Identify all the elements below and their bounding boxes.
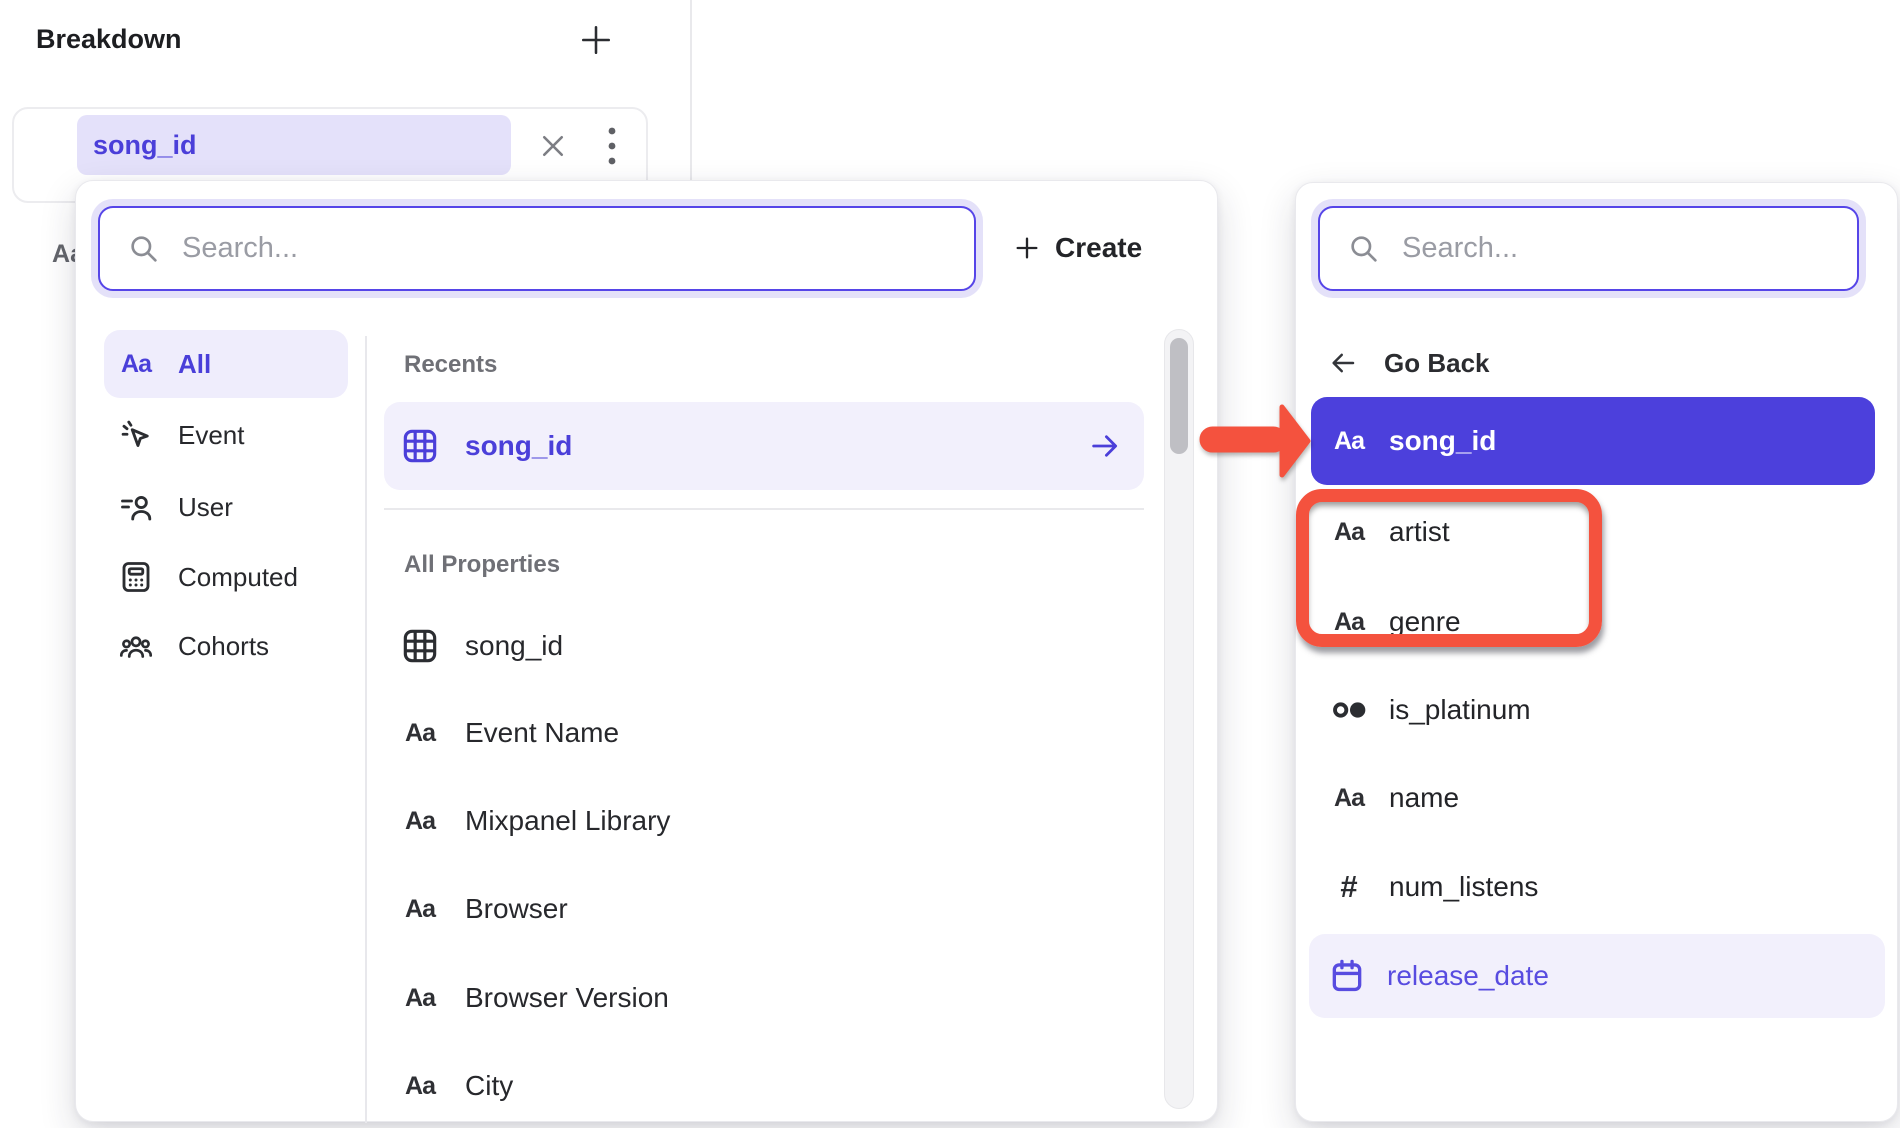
value-search-input[interactable] bbox=[1402, 232, 1758, 265]
arrow-left-icon bbox=[1328, 348, 1358, 378]
recents-header: Recents bbox=[404, 351, 497, 379]
calendar-icon bbox=[1327, 957, 1367, 995]
close-icon bbox=[538, 131, 568, 161]
sidebar-item-user[interactable]: User bbox=[104, 477, 348, 537]
field-row-song-id-selected[interactable]: Aa song_id bbox=[1311, 397, 1875, 485]
recent-property-song-id[interactable]: song_id bbox=[384, 402, 1144, 490]
grid-table-icon bbox=[399, 626, 441, 666]
underlying-card-edge bbox=[690, 0, 692, 181]
property-picker-panel: Create Aa All Event User Computed bbox=[75, 180, 1218, 1122]
aa-icon: Aa bbox=[116, 350, 156, 379]
breakdown-section-title: Breakdown bbox=[36, 24, 182, 55]
aa-icon: Aa bbox=[1329, 518, 1369, 547]
field-row-genre[interactable]: Aa genre bbox=[1311, 592, 1875, 652]
aa-icon: Aa bbox=[399, 807, 441, 836]
search-icon bbox=[128, 233, 160, 265]
event-cursor-icon bbox=[116, 417, 156, 453]
create-property-button[interactable]: Create bbox=[1013, 213, 1142, 283]
aa-icon: Aa bbox=[1329, 427, 1369, 456]
all-properties-header: All Properties bbox=[404, 551, 560, 579]
property-row-song-id[interactable]: song_id bbox=[384, 616, 1144, 676]
grid-table-icon bbox=[399, 426, 441, 466]
list-section-divider bbox=[384, 508, 1144, 510]
property-row-event-name[interactable]: Aa Event Name bbox=[384, 703, 1144, 763]
aa-icon: Aa bbox=[399, 984, 441, 1013]
property-row-browser-version[interactable]: Aa Browser Version bbox=[384, 968, 1144, 1028]
field-row-num-listens[interactable]: # num_listens bbox=[1311, 857, 1875, 917]
aa-icon: Aa bbox=[399, 1072, 441, 1101]
arrow-right-icon bbox=[1088, 429, 1122, 468]
breakdown-property-chip[interactable]: song_id bbox=[77, 115, 511, 175]
aa-icon: Aa bbox=[399, 895, 441, 924]
remove-breakdown-button[interactable] bbox=[530, 123, 576, 169]
search-icon bbox=[1348, 233, 1380, 265]
field-row-artist[interactable]: Aa artist bbox=[1311, 502, 1875, 562]
user-person-icon bbox=[116, 489, 156, 525]
property-row-city[interactable]: Aa City bbox=[384, 1056, 1144, 1116]
field-row-name[interactable]: Aa name bbox=[1311, 768, 1875, 828]
plus-icon bbox=[578, 22, 614, 58]
sidebar-item-all[interactable]: Aa All bbox=[104, 330, 348, 398]
aa-icon: Aa bbox=[1329, 608, 1369, 637]
calculator-icon bbox=[116, 559, 156, 595]
property-picker-screen: Breakdown Aa song_id Create Aa All bbox=[0, 0, 1900, 1128]
hash-icon: # bbox=[1329, 869, 1369, 905]
field-row-release-date[interactable]: release_date bbox=[1309, 934, 1885, 1018]
field-row-is-platinum[interactable]: is_platinum bbox=[1311, 680, 1875, 740]
add-breakdown-button[interactable] bbox=[576, 20, 616, 60]
sidebar-item-event[interactable]: Event bbox=[104, 405, 348, 465]
aa-icon: Aa bbox=[1329, 784, 1369, 813]
plus-icon bbox=[1013, 234, 1041, 262]
property-row-mixpanel-library[interactable]: Aa Mixpanel Library bbox=[384, 791, 1144, 851]
property-search-box bbox=[98, 206, 976, 291]
people-group-icon bbox=[116, 628, 156, 664]
chip-options-menu-button[interactable] bbox=[592, 123, 632, 169]
property-value-panel: Go Back Aa song_id Aa artist Aa genre is… bbox=[1295, 182, 1898, 1122]
scrollbar-track[interactable] bbox=[1164, 329, 1194, 1109]
value-search-box bbox=[1318, 206, 1859, 291]
scrollbar-thumb[interactable] bbox=[1170, 338, 1188, 454]
create-button-label: Create bbox=[1055, 232, 1142, 264]
sidebar-item-cohorts[interactable]: Cohorts bbox=[104, 616, 348, 676]
kebab-menu-icon bbox=[606, 124, 618, 168]
boolean-icon bbox=[1329, 690, 1369, 730]
panel-divider bbox=[365, 336, 367, 1123]
property-search-input[interactable] bbox=[182, 232, 774, 265]
chip-property-label: song_id bbox=[93, 130, 197, 161]
go-back-button[interactable]: Go Back bbox=[1316, 333, 1490, 393]
sidebar-item-computed[interactable]: Computed bbox=[104, 547, 348, 607]
property-row-browser[interactable]: Aa Browser bbox=[384, 879, 1144, 939]
aa-icon: Aa bbox=[399, 719, 441, 748]
